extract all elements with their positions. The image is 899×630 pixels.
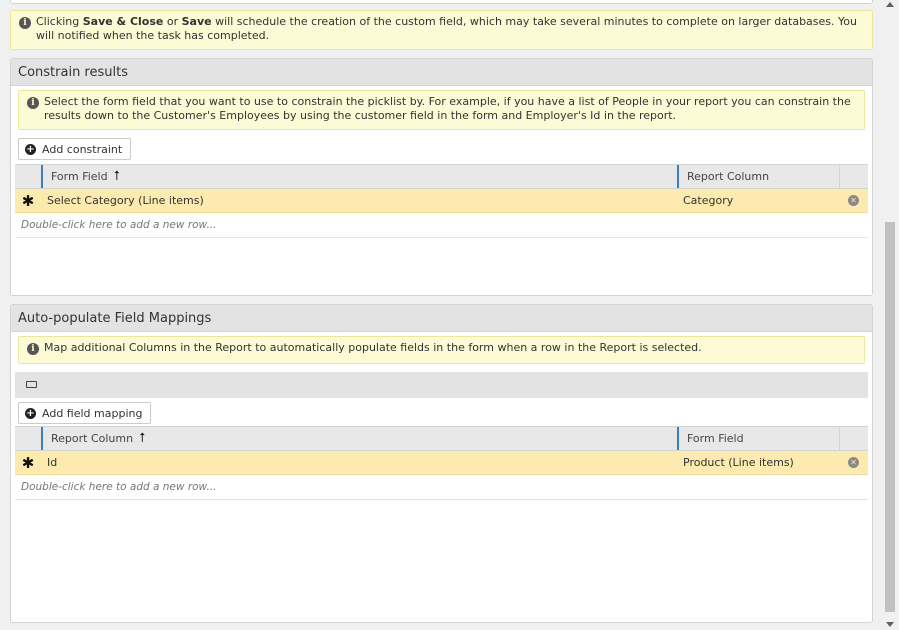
scroll-down-arrow-icon[interactable] (886, 622, 894, 627)
scroll-up-arrow-icon[interactable] (886, 2, 894, 7)
panel-title: Constrain results (11, 59, 872, 86)
column-header-report-column[interactable]: Report Column (677, 165, 839, 188)
collapse-icon[interactable] (26, 381, 37, 388)
notice-or: or (163, 15, 182, 28)
cell-form-field[interactable]: Select Category (Line items) (41, 194, 677, 207)
grid-header: Form Field ⭡ Report Column (15, 164, 868, 189)
notice-prefix: Clicking (36, 15, 83, 28)
column-header-form-field[interactable]: Form Field ⭡ (41, 165, 677, 188)
vertical-scrollbar[interactable] (883, 0, 897, 630)
field-mapping-grid: Report Column ⭡ Form Field ✱ Id Product (… (15, 426, 868, 500)
column-header-label: Form Field (51, 170, 108, 183)
constrain-info: i Select the form field that you want to… (18, 90, 865, 130)
add-field-mapping-button[interactable]: + Add field mapping (18, 402, 152, 424)
table-row[interactable]: ✱ Select Category (Line items) Category … (15, 189, 868, 213)
add-constraint-button[interactable]: + Add constraint (18, 138, 132, 160)
autopopulate-info-text: Map additional Columns in the Report to … (44, 341, 702, 354)
column-header-label: Report Column (687, 170, 770, 183)
autopopulate-panel: Auto-populate Field Mappings i Map addit… (10, 304, 873, 623)
collapse-strip (15, 372, 868, 398)
add-field-mapping-label: Add field mapping (42, 406, 143, 420)
column-header-label: Report Column (51, 432, 134, 445)
column-header-label: Form Field (687, 432, 744, 445)
sort-ascending-icon: ⭡ (139, 431, 146, 446)
add-new-row-hint[interactable]: Double-click here to add a new row... (15, 213, 868, 238)
cell-report-column[interactable]: Category (677, 194, 839, 207)
autopopulate-info: i Map additional Columns in the Report t… (18, 336, 865, 364)
cell-report-column[interactable]: Id (41, 456, 677, 469)
grid-header: Report Column ⭡ Form Field (15, 426, 868, 451)
column-header-form-field[interactable]: Form Field (677, 427, 839, 450)
panel-title: Auto-populate Field Mappings (11, 305, 872, 332)
plus-circle-icon: + (25, 143, 36, 155)
info-icon: i (27, 343, 39, 355)
notice-save: Save (181, 15, 212, 28)
table-row[interactable]: ✱ Id Product (Line items) ✕ (15, 451, 868, 475)
save-notice: i Clicking Save & Close or Save will sch… (10, 10, 873, 50)
constrain-info-text: Select the form field that you want to u… (44, 95, 851, 122)
column-header-report-column[interactable]: Report Column ⭡ (41, 427, 677, 450)
cell-form-field[interactable]: Product (Line items) (677, 456, 839, 469)
scrollbar-thumb[interactable] (885, 222, 895, 612)
remove-circle-icon[interactable]: ✕ (848, 457, 859, 468)
required-asterisk-icon: ✱ (21, 191, 35, 210)
constraint-grid: Form Field ⭡ Report Column ✱ Select Categ… (15, 164, 868, 238)
constrain-results-panel: Constrain results i Select the form fiel… (10, 58, 873, 296)
add-constraint-label: Add constraint (42, 142, 123, 156)
add-new-row-hint[interactable]: Double-click here to add a new row... (15, 475, 868, 500)
required-asterisk-icon: ✱ (21, 453, 35, 472)
notice-save-close: Save & Close (82, 15, 164, 28)
info-icon: i (27, 97, 39, 109)
previous-panel-edge (10, 0, 873, 4)
sort-ascending-icon: ⭡ (113, 169, 120, 184)
plus-circle-icon: + (25, 407, 36, 419)
info-icon: i (19, 17, 31, 29)
remove-circle-icon[interactable]: ✕ (848, 195, 859, 206)
